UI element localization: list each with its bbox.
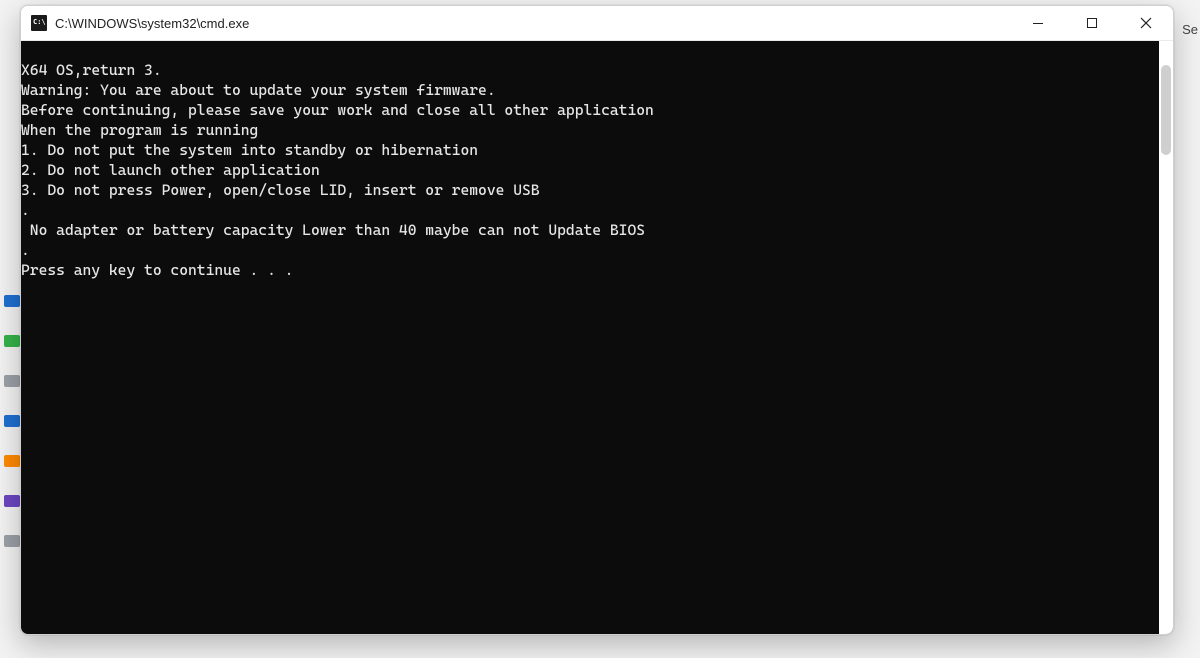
titlebar[interactable]: C:\ C:\WINDOWS\system32\cmd.exe bbox=[21, 6, 1173, 41]
console-area[interactable]: X64 OS,return 3. Warning: You are about … bbox=[21, 41, 1173, 634]
cmd-icon: C:\ bbox=[31, 15, 47, 31]
bg-sidebar-item bbox=[4, 535, 20, 547]
close-button[interactable] bbox=[1119, 6, 1173, 40]
maximize-icon bbox=[1086, 17, 1098, 29]
bg-sidebar-item bbox=[4, 495, 20, 507]
minimize-button[interactable] bbox=[1011, 6, 1065, 40]
window-title: C:\WINDOWS\system32\cmd.exe bbox=[55, 16, 1011, 31]
bg-sidebar-item bbox=[4, 375, 20, 387]
close-icon bbox=[1140, 17, 1152, 29]
cmd-window: C:\ C:\WINDOWS\system32\cmd.exe bbox=[20, 5, 1174, 635]
bg-sidebar-item bbox=[4, 415, 20, 427]
minimize-icon bbox=[1032, 17, 1044, 29]
window-controls bbox=[1011, 6, 1173, 40]
scrollbar-track[interactable] bbox=[1159, 41, 1173, 634]
bg-sidebar-item bbox=[4, 455, 20, 467]
bg-sidebar-item bbox=[4, 335, 20, 347]
maximize-button[interactable] bbox=[1065, 6, 1119, 40]
bg-label-se: Se bbox=[1182, 22, 1198, 37]
svg-text:C:\: C:\ bbox=[33, 18, 46, 26]
console-output: X64 OS,return 3. Warning: You are about … bbox=[21, 56, 1159, 619]
scrollbar-thumb[interactable] bbox=[1161, 65, 1171, 155]
bg-sidebar-item bbox=[4, 295, 20, 307]
